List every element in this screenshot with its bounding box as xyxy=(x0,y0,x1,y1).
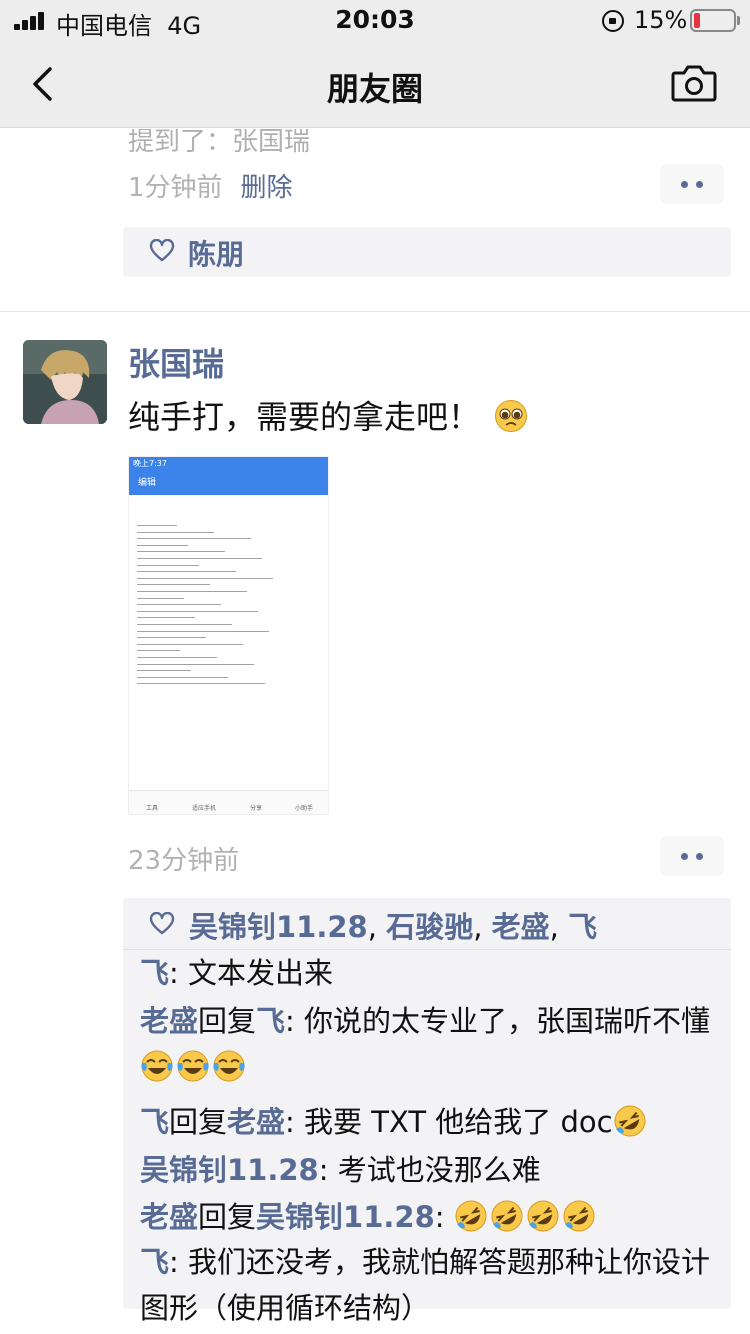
image-text-line xyxy=(137,544,188,546)
image-text-line xyxy=(137,637,206,639)
reply-target[interactable]: 飞 xyxy=(256,1004,285,1038)
image-text-line xyxy=(137,624,232,625)
likes-row: 吴锦钊11.28, 石骏驰, 老盛, 飞 xyxy=(123,898,731,950)
image-text-line xyxy=(137,610,258,612)
orientation-lock-icon xyxy=(602,10,624,32)
nav-bar: 朋友圈 xyxy=(0,40,750,128)
more-button[interactable] xyxy=(660,164,724,204)
comment-colon: : xyxy=(318,1153,338,1187)
battery-icon xyxy=(690,9,736,32)
comment-colon: : xyxy=(285,1105,305,1139)
image-text-line xyxy=(137,551,225,553)
heart-icon xyxy=(149,239,175,262)
comment-item[interactable]: 老盛回复飞: 你说的太专业了，张国瑞听不懂 xyxy=(140,998,720,1090)
like-user[interactable]: 石骏驰 xyxy=(386,910,473,944)
image-text-line xyxy=(137,525,177,526)
comment-item[interactable]: 飞: 文本发出来 xyxy=(140,950,720,996)
comment-item[interactable]: 飞: 我们还没考，我就怕解答题那种让你设计图形（使用循环结构） xyxy=(140,1239,720,1331)
comment-author[interactable]: 飞 xyxy=(140,1105,169,1139)
comment-colon: : xyxy=(285,1004,305,1038)
comment-author[interactable]: 吴锦钊11.28 xyxy=(140,1153,319,1187)
image-text-line xyxy=(137,650,180,652)
previous-post-meta: 1分钟前 删除 xyxy=(128,167,293,204)
image-text-line xyxy=(137,676,228,678)
image-text-line xyxy=(137,584,210,586)
page-title: 朋友圈 xyxy=(326,70,423,108)
comment-colon: : xyxy=(169,1245,189,1279)
image-text-line xyxy=(137,617,195,619)
reply-word: 回复 xyxy=(198,1004,257,1038)
image-status-bar: 晚上7:37 xyxy=(129,457,328,471)
image-text-line xyxy=(137,657,217,658)
battery-percent: 15% xyxy=(634,6,688,34)
comment-item[interactable]: 吴锦钊11.28: 考试也没那么难 xyxy=(140,1147,720,1193)
previous-post-likes: 陈朋 xyxy=(123,227,731,277)
battery-tip xyxy=(737,16,740,25)
reply-word: 回复 xyxy=(198,1200,257,1234)
tears-of-joy-emoji-icon xyxy=(141,1050,173,1082)
heart-icon xyxy=(149,912,175,935)
like-user[interactable]: 飞 xyxy=(568,910,597,944)
image-text-line xyxy=(137,630,269,632)
image-text-line xyxy=(137,597,184,599)
rolling-laughing-emoji-icon xyxy=(455,1200,487,1232)
comment-colon: : xyxy=(169,956,189,990)
image-toolbar xyxy=(129,471,328,495)
image-text-line xyxy=(137,670,191,672)
rolling-laughing-emoji-icon xyxy=(491,1200,523,1232)
camera-icon[interactable] xyxy=(670,62,718,104)
reply-target[interactable]: 老盛 xyxy=(227,1105,285,1139)
delete-button[interactable]: 删除 xyxy=(241,173,293,203)
comment-item[interactable]: 飞回复老盛: 我要 TXT 他给我了 doc xyxy=(140,1099,720,1145)
likes-and-comments: 吴锦钊11.28, 石骏驰, 老盛, 飞 飞: 文本发出来 老盛回复飞: 你说的太… xyxy=(123,898,731,1325)
more-button[interactable] xyxy=(660,836,724,876)
likes-list: 吴锦钊11.28, 石骏驰, 老盛, 飞 xyxy=(189,910,598,944)
image-text-line xyxy=(137,564,199,566)
tears-of-joy-emoji-icon xyxy=(213,1050,245,1082)
post-time: 23分钟前 xyxy=(128,846,240,876)
avatar[interactable] xyxy=(23,340,107,424)
image-edit-label: 编辑 xyxy=(138,478,157,488)
image-text-line xyxy=(137,577,273,579)
post-author[interactable]: 张国瑞 xyxy=(128,339,224,385)
comment-author[interactable]: 老盛 xyxy=(140,1004,198,1038)
comment-text: 你说的太专业了，张国瑞听不懂 xyxy=(304,1004,711,1038)
image-bottom-toolbar: 工具 适应手机 分享 小助手 xyxy=(129,790,328,814)
like-user[interactable]: 吴锦钊11.28 xyxy=(189,910,368,944)
image-text-line xyxy=(137,663,254,665)
previous-post-time: 1分钟前 xyxy=(128,173,223,203)
image-text-line xyxy=(137,591,247,592)
comment-text: 我要 TXT 他给我了 doc xyxy=(304,1105,613,1139)
post-image[interactable]: 晚上7:37 编辑 工具 适应手机 分享 小助手 xyxy=(128,456,329,815)
comment-author[interactable]: 老盛 xyxy=(140,1200,198,1234)
comment-text: 文本发出来 xyxy=(188,956,334,990)
image-text-line xyxy=(137,683,265,685)
pleading-face-emoji-icon xyxy=(495,400,528,432)
tears-of-joy-emoji-icon xyxy=(177,1050,209,1082)
image-text-line xyxy=(137,531,214,533)
comment-author[interactable]: 飞 xyxy=(140,956,169,990)
like-user[interactable]: 陈朋 xyxy=(188,233,244,273)
comment-text: 我们还没考，我就怕解答题那种让你设计图形（使用循环结构） xyxy=(140,1245,711,1325)
image-text-line xyxy=(137,604,221,606)
rolling-laughing-emoji-icon xyxy=(527,1200,559,1232)
like-user[interactable]: 老盛 xyxy=(492,910,550,944)
post-text: 纯手打，需要的拿走吧！ xyxy=(128,392,528,438)
comment-colon: : xyxy=(434,1200,454,1234)
image-text-line xyxy=(137,558,262,559)
reply-target[interactable]: 吴锦钊11.28 xyxy=(256,1200,435,1234)
status-bar: 中国电信 4G 20:03 15% xyxy=(0,0,750,40)
comment-item[interactable]: 老盛回复吴锦钊11.28: xyxy=(140,1194,720,1240)
rolling-laughing-emoji-icon xyxy=(563,1200,595,1232)
rolling-laughing-emoji-icon xyxy=(614,1105,646,1137)
image-text-line xyxy=(137,643,243,645)
mention-text: 提到了：张国瑞 xyxy=(128,129,311,157)
image-text-line xyxy=(137,538,251,540)
moments-feed[interactable]: 提到了：张国瑞 1分钟前 删除 陈朋 张国瑞 纯手打，需要的拿走吧！ 晚上7:3… xyxy=(0,129,750,1334)
post-divider xyxy=(0,311,750,312)
reply-word: 回复 xyxy=(169,1105,228,1139)
comment-text: 考试也没那么难 xyxy=(337,1153,541,1187)
comment-author[interactable]: 飞 xyxy=(140,1245,169,1279)
image-text-line xyxy=(137,571,236,573)
